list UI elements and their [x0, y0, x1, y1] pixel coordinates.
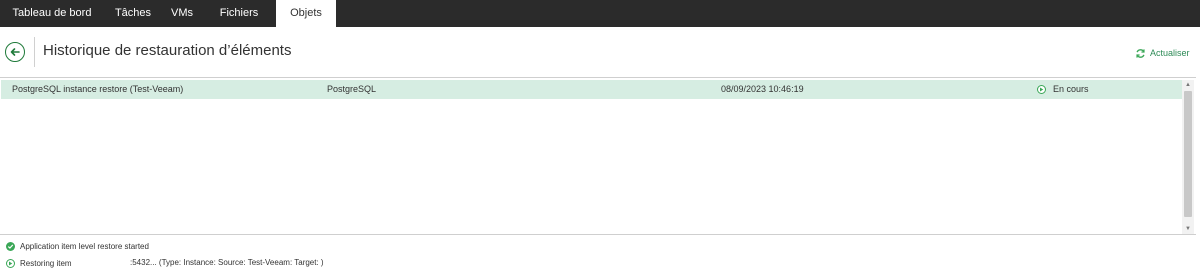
tab-dashboard[interactable]: Tableau de bord [0, 0, 104, 27]
tab-jobs[interactable]: Tâches [104, 0, 162, 27]
cell-time: 08/09/2023 10:46:19 [721, 84, 804, 94]
log-line: Restoring item :5432... (Type: Instance:… [6, 257, 506, 269]
restore-history-grid: PostgreSQL instance restore (Test-Veeam)… [0, 77, 1196, 235]
scrollbar-thumb[interactable] [1184, 91, 1192, 217]
table-row[interactable]: PostgreSQL instance restore (Test-Veeam)… [1, 80, 1182, 99]
refresh-icon [1136, 48, 1145, 58]
tab-vms[interactable]: VMs [162, 0, 202, 27]
page-title: Historique de restauration d’éléments [43, 42, 292, 59]
refresh-label: Actualiser [1150, 48, 1190, 58]
cell-name: PostgreSQL instance restore (Test-Veeam) [12, 84, 184, 94]
play-circle-icon [1037, 85, 1046, 94]
log-line: Application item level restore started [6, 240, 149, 252]
play-circle-icon [6, 258, 15, 268]
refresh-button[interactable]: Actualiser [1135, 46, 1190, 60]
cell-status: En cours [1037, 80, 1089, 99]
log-text: Restoring item [20, 258, 72, 268]
check-circle-icon [6, 241, 15, 251]
tab-files[interactable]: Fichiers [202, 0, 276, 27]
vertical-scrollbar[interactable]: ▲ ▼ [1182, 80, 1194, 234]
scroll-down-icon[interactable]: ▼ [1182, 224, 1194, 234]
log-text: Application item level restore started [20, 241, 149, 251]
status-label: En cours [1053, 84, 1089, 94]
top-navigation-bar: Tableau de bord Tâches VMs Fichiers Obje… [0, 0, 1200, 27]
header-divider [34, 37, 35, 67]
back-button[interactable] [5, 42, 25, 62]
tab-objects[interactable]: Objets [276, 0, 336, 27]
cell-type: PostgreSQL [327, 84, 377, 94]
scroll-up-icon[interactable]: ▲ [1182, 80, 1194, 90]
log-detail: :5432... (Type: Instance: Source: Test-V… [130, 258, 324, 267]
back-arrow-icon [10, 48, 20, 56]
